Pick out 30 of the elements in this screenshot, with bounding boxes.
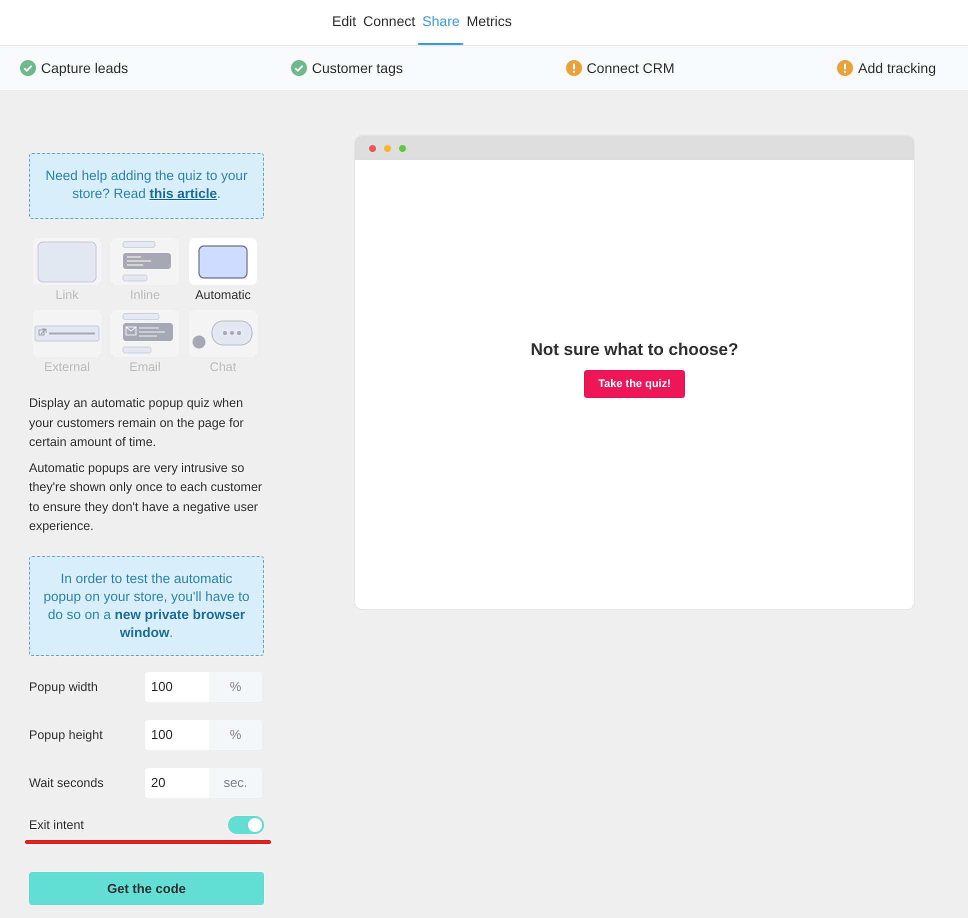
number-input[interactable]: 100: [145, 672, 209, 702]
description-text: Automatic popups are very intrusive so they're shown only once to each customer to ensure they don't have a negative user experience.: [29, 460, 264, 535]
step-label: Connect CRM: [586, 60, 674, 76]
external-link-layout-icon: [34, 324, 100, 342]
popup-layout-icon: [198, 244, 248, 278]
field-label: Wait seconds: [29, 776, 105, 790]
nav-tab[interactable]: Edit: [328, 0, 360, 45]
help-notice: Need help adding the quiz to your store? Read this article.: [29, 153, 264, 219]
toggle-label: Exit intent: [29, 818, 85, 832]
number-input[interactable]: 100: [145, 720, 209, 750]
unit-label: %: [209, 720, 262, 750]
nav-tab[interactable]: Connect: [359, 0, 418, 45]
chat-bubble-icon: [192, 318, 254, 348]
field-label: Popup width: [29, 680, 99, 694]
nav-tab[interactable]: Metrics: [462, 0, 515, 45]
unit-label: sec.: [209, 768, 262, 798]
field-label: Popup height: [29, 728, 104, 742]
card-layout-icon: [37, 240, 97, 282]
step-label: Add tracking: [858, 60, 936, 76]
exit-intent-toggle[interactable]: [228, 816, 264, 834]
description-text: Display an automatic popup quiz when your customers remain on the page for certain amount of time.: [29, 395, 245, 451]
preview-heading: Not sure what to choose?: [530, 340, 738, 360]
take-quiz-button[interactable]: Take the quiz!: [584, 370, 685, 398]
step-label: Capture leads: [41, 60, 128, 76]
test-notice: In order to test the automatic popup on your store, you'll have to do so on a new private browser window.: [29, 556, 264, 656]
unit-label: %: [209, 672, 262, 702]
get-code-button[interactable]: Get the code: [29, 872, 264, 904]
article-link[interactable]: this article: [150, 186, 218, 201]
number-input[interactable]: 20: [145, 768, 209, 798]
step-label: Customer tags: [312, 60, 403, 76]
